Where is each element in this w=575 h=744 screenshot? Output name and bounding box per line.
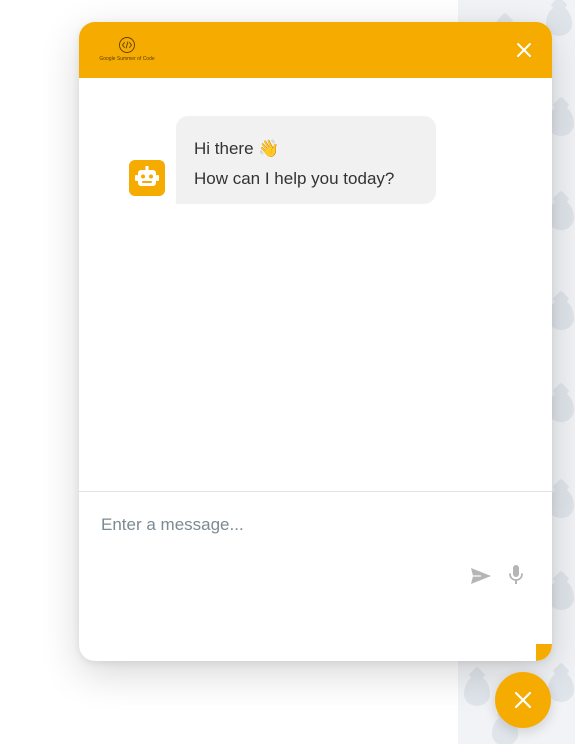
message-line: Hi there 👋	[194, 139, 280, 158]
chat-widget: Google Summer of Code Hi there 👋 How can…	[79, 22, 552, 661]
gsoc-logo: Google Summer of Code	[97, 36, 157, 68]
bot-avatar	[129, 160, 165, 196]
page: Google Summer of Code Hi there 👋 How can…	[0, 0, 575, 744]
chat-toggle-button[interactable]	[495, 672, 551, 728]
message-line: How can I help you today?	[194, 169, 395, 188]
chat-header: Google Summer of Code	[79, 22, 552, 78]
microphone-icon[interactable]	[508, 564, 524, 586]
bot-message-bubble: Hi there 👋 How can I help you today?	[176, 116, 436, 204]
close-icon	[514, 691, 532, 709]
send-icon[interactable]	[470, 567, 492, 585]
message-list: Hi there 👋 How can I help you today?	[79, 78, 552, 491]
logo-text: Google Summer of Code	[99, 56, 155, 62]
message-input[interactable]	[101, 510, 521, 540]
robot-icon	[135, 166, 159, 186]
composer	[79, 492, 552, 661]
close-icon[interactable]	[514, 40, 534, 60]
gsoc-logo-icon	[119, 37, 135, 53]
